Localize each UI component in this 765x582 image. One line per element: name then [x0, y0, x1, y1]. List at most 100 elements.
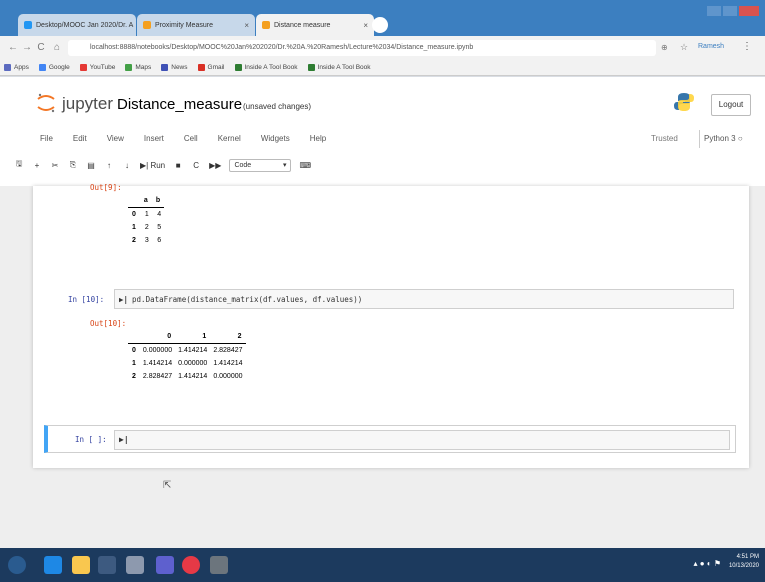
close-icon[interactable]: × — [357, 21, 368, 30]
internet-explorer-icon[interactable] — [44, 556, 62, 574]
input-prompt: In [ ]: — [75, 435, 107, 444]
system-clock[interactable]: 4:51 PM 10/13/2020 — [729, 553, 759, 571]
paste-icon[interactable]: ▤ — [86, 158, 96, 172]
output-prompt: Out[9]: — [90, 183, 122, 192]
bookmark-maps[interactable]: Maps — [125, 64, 151, 71]
bookmark-news[interactable]: News — [161, 64, 188, 71]
bookmark-gmail[interactable]: Gmail — [197, 64, 225, 71]
code-text: pd.DataFrame(distance_matrix(df.values, … — [132, 295, 363, 304]
column-header: 0 — [167, 333, 172, 340]
table-row: 2 3 6 — [132, 237, 162, 244]
kernel-idle-icon: ○ — [737, 134, 743, 143]
insert-cell-icon[interactable]: + — [32, 158, 42, 172]
zoom-icon[interactable]: ⊕ — [661, 43, 668, 52]
app-icon[interactable] — [210, 556, 228, 574]
forward-icon[interactable]: → — [20, 40, 34, 56]
jupyter-brand[interactable]: jupyter — [62, 94, 113, 114]
table-index-header — [128, 194, 140, 208]
star-icon[interactable]: ☆ — [680, 42, 688, 53]
column-header: 2 — [237, 333, 242, 340]
mouse-cursor-icon: ⇱ — [163, 480, 172, 491]
browser-tab-distance[interactable]: Distance measure × — [256, 14, 374, 36]
bookmark-apps[interactable]: Apps — [4, 64, 29, 71]
notebook-name[interactable]: Distance_measure — [117, 96, 242, 113]
window-controls — [707, 6, 759, 16]
google-icon — [38, 64, 46, 71]
browser-tab-proximity[interactable]: Proximity Measure × — [137, 14, 255, 36]
pen-tool-icon[interactable] — [126, 556, 144, 574]
logout-button[interactable]: Logout — [711, 94, 751, 116]
dataframe-output-2: 0 1 2 0 0.000000 1.414214 2.828427 1 1.4… — [128, 330, 246, 383]
book-icon — [307, 64, 315, 71]
keyboard-icon[interactable]: ⌨ — [299, 158, 311, 172]
column-header: a — [143, 197, 148, 204]
jupyter-logo-icon[interactable] — [36, 92, 56, 114]
browser-tab-desktop[interactable]: Desktop/MOOC Jan 2020/Dr. A× — [18, 14, 136, 36]
start-button-icon[interactable] — [8, 556, 26, 574]
notebook-toolbar: 🖫 + ✂ ⎘ ▤ ↑ ↓ ▶| Run ■ C ▶▶ Code ▾ ⌨ — [14, 158, 311, 172]
menu-insert[interactable]: Insert — [144, 134, 164, 143]
stop-icon[interactable]: ■ — [173, 158, 183, 172]
cell-type-select[interactable]: Code ▾ — [229, 158, 292, 172]
table-row: 0 0.000000 1.414214 2.828427 — [132, 347, 243, 354]
back-icon[interactable]: ← — [6, 40, 20, 56]
run-cell-icon[interactable]: ▶| — [119, 435, 129, 444]
menu-widgets[interactable]: Widgets — [261, 134, 290, 143]
column-header: b — [155, 197, 161, 204]
chrome-taskbar-icon[interactable] — [182, 556, 200, 574]
run-cell-icon[interactable]: ▶| — [119, 295, 128, 304]
system-tray[interactable]: ▴ ● ◐ ⚑ — [693, 559, 721, 568]
fast-forward-icon[interactable]: ▶▶ — [209, 158, 221, 172]
menu-kernel[interactable]: Kernel — [218, 134, 241, 143]
menu-file[interactable]: File — [40, 134, 53, 143]
jupyter-favicon-icon — [262, 21, 270, 29]
chevron-down-icon: ▾ — [282, 162, 287, 169]
code-cell-input[interactable]: ▶| pd.DataFrame(distance_matrix(df.values… — [114, 289, 734, 309]
copy-icon[interactable]: ⎘ — [68, 158, 78, 172]
file-explorer-icon[interactable] — [72, 556, 90, 574]
kernel-indicator: Python 3 ○ — [699, 130, 743, 148]
gmail-icon — [197, 64, 205, 71]
cut-icon[interactable]: ✂ — [50, 158, 60, 172]
menu-edit[interactable]: Edit — [73, 134, 87, 143]
window-close-button[interactable] — [739, 6, 759, 16]
new-tab-button[interactable] — [372, 17, 388, 33]
python-logo-icon — [674, 93, 694, 111]
bookmark-google[interactable]: Google — [38, 64, 70, 71]
bookmark-youtube[interactable]: YouTube — [79, 64, 115, 71]
save-status: (unsaved changes) — [243, 102, 312, 111]
url-input[interactable]: localhost:8888/notebooks/Desktop/MOOC%20… — [68, 40, 656, 56]
table-index-header — [128, 330, 140, 344]
bookmark-book-2[interactable]: Inside A Tool Book — [307, 64, 371, 71]
empty-code-cell-input[interactable]: ▶| — [114, 430, 730, 450]
move-up-icon[interactable]: ↑ — [104, 158, 114, 172]
table-row: 2 2.828427 1.414214 0.000000 — [132, 373, 243, 380]
app-icon[interactable] — [156, 556, 174, 574]
book-icon — [234, 64, 242, 71]
save-icon[interactable]: 🖫 — [14, 158, 24, 172]
output-prompt: Out[10]: — [90, 319, 127, 328]
youtube-icon — [79, 64, 87, 71]
close-icon[interactable]: × — [133, 21, 136, 30]
profile-name[interactable]: Ramesh — [698, 43, 724, 50]
reload-icon[interactable]: C — [34, 40, 48, 56]
input-prompt: In [10]: — [68, 295, 105, 304]
maximize-button[interactable] — [723, 6, 737, 16]
home-icon[interactable]: ⌂ — [50, 40, 64, 56]
column-header: 1 — [202, 333, 207, 340]
trusted-indicator[interactable]: Trusted — [651, 134, 678, 143]
menu-cell[interactable]: Cell — [184, 134, 198, 143]
chrome-menu-icon[interactable]: ⋮ — [742, 41, 752, 52]
menu-view[interactable]: View — [107, 134, 124, 143]
restart-icon[interactable]: C — [191, 158, 201, 172]
move-down-icon[interactable]: ↓ — [122, 158, 132, 172]
minimize-button[interactable] — [707, 6, 721, 16]
maps-icon — [125, 64, 133, 71]
close-icon[interactable]: × — [238, 21, 249, 30]
run-button[interactable]: ▶| Run — [140, 158, 165, 172]
menu-help[interactable]: Help — [310, 134, 326, 143]
bookmark-book-1[interactable]: Inside A Tool Book — [234, 64, 298, 71]
media-player-icon[interactable] — [98, 556, 116, 574]
folder-icon — [24, 21, 32, 29]
table-row: 1 1.414214 0.000000 1.414214 — [132, 360, 243, 367]
